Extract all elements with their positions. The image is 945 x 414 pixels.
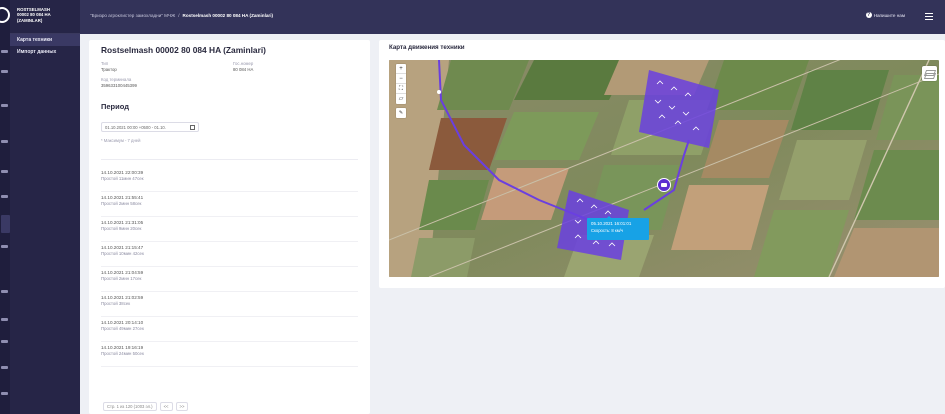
event-time: 14.10.2021 21:55:41 xyxy=(101,195,144,200)
date-range-input[interactable]: 01.10.2021 00:00 +0500 - 01.10. xyxy=(101,122,199,132)
sidebar-item-data-import[interactable]: Импорт данных xyxy=(10,46,80,58)
list-item[interactable]: 14.10.2021 20:14:10 Простой 49мин 27сек xyxy=(101,317,358,342)
vehicle-plate-field: Гос.номер 80 084 HA xyxy=(233,61,253,72)
sidebar-header: ROSTSELMASH 00002 80 084 HA (ZAMINLAR) xyxy=(10,0,80,34)
satellite-map[interactable] xyxy=(389,60,939,277)
position-tooltip: 05.10.2021 16:01:01 Скорость: 8 км/ч xyxy=(587,216,649,240)
pagination-next[interactable]: >> xyxy=(175,402,189,411)
active-rail-icon[interactable] xyxy=(1,215,10,233)
map-zoom-control: + − ⛶ ▱ xyxy=(396,64,406,104)
layers-icon[interactable] xyxy=(922,66,937,81)
period-hint: * Максимум - 7 дней xyxy=(101,138,141,143)
calendar-icon[interactable] xyxy=(190,125,195,130)
calendar-rail-icon[interactable] xyxy=(1,340,8,343)
event-desc: Простой 49мин 27сек xyxy=(101,326,144,331)
tooltip-speed: Скорость: 8 км/ч xyxy=(591,228,623,233)
map-title: Карта движения техники xyxy=(389,44,465,51)
sidebar: ROSTSELMASH 00002 80 084 HA (ZAMINLAR) К… xyxy=(10,0,80,414)
vehicle-type-value: Трактор xyxy=(101,67,117,72)
event-time: 14.10.2021 21:04:59 xyxy=(101,270,144,275)
icon-rail xyxy=(0,0,10,414)
app-root: ROSTSELMASH 00002 80 084 HA (ZAMINLAR) К… xyxy=(0,0,945,414)
event-desc: Простой 38сек xyxy=(101,301,131,306)
list-item[interactable]: 14.10.2021 21:04:59 Простой 2мин 17сек xyxy=(101,267,358,292)
folder-icon[interactable] xyxy=(1,195,8,198)
pagination: Стр. 1 из 120 (1003 эл.) << >> xyxy=(103,402,189,411)
vehicle-plate-value: 80 084 HA xyxy=(233,67,254,72)
report-icon[interactable] xyxy=(1,290,8,293)
tractor-icon[interactable] xyxy=(657,178,671,192)
list-item[interactable]: 14.10.2021 21:15:47 Простой 10мин 42сек xyxy=(101,242,358,267)
help-label: Напишите нам xyxy=(873,12,905,18)
help-rail-icon[interactable] xyxy=(1,366,8,369)
map-canvas[interactable] xyxy=(389,60,939,277)
sidebar-item-vehicle-map[interactable]: Карта техники xyxy=(10,34,80,46)
event-time: 14.10.2021 21:31:05 xyxy=(101,220,144,225)
zoom-out-button[interactable]: − xyxy=(396,74,406,84)
question-icon: ? xyxy=(865,12,872,18)
event-time: 14.10.2021 22:00:39 xyxy=(101,170,144,175)
fullscreen-icon[interactable]: ⛶ xyxy=(396,84,406,94)
vehicle-title: Rostselmash 00002 80 084 HA (Zaminlari) xyxy=(101,45,266,55)
logo-icon[interactable] xyxy=(0,7,10,23)
settings-icon[interactable] xyxy=(1,140,8,143)
event-time: 14.10.2021 19:16:19 xyxy=(101,345,144,350)
help-link[interactable]: ? Напишите нам xyxy=(865,12,905,18)
terminal-code-key: Код терминала xyxy=(101,77,132,82)
event-desc: Простой 11мин 47сек xyxy=(101,176,144,181)
event-time: 14.10.2021 21:02:59 xyxy=(101,295,144,300)
logout-icon[interactable] xyxy=(1,392,8,395)
draw-tool-icon[interactable]: ✎ xyxy=(396,108,406,118)
list-item[interactable]: 14.10.2021 21:31:05 Простой 9мин 20сек xyxy=(101,217,358,242)
hamburger-icon[interactable] xyxy=(925,13,933,20)
breadcrumb-root[interactable]: "Бризро агроклистер замохладни" МЧЖ xyxy=(90,13,175,18)
vehicle-type-key: Тип xyxy=(101,61,109,66)
top-bar: "Бризро агроклистер замохладни" МЧЖ / Rost… xyxy=(80,0,945,34)
map-panel: Карта движения техники xyxy=(379,40,945,288)
pagination-prev[interactable]: << xyxy=(159,402,173,411)
vehicle-type-field: Тип Трактор xyxy=(101,61,117,72)
list-item[interactable]: 14.10.2021 22:00:39 Простой 11мин 47сек xyxy=(101,167,358,192)
breadcrumb: "Бризро агроклистер замохладни" МЧЖ / Rost… xyxy=(90,13,273,18)
event-desc: Простой 2мин 17сек xyxy=(101,276,142,281)
event-desc: Простой 10мин 42сек xyxy=(101,251,144,256)
event-desc: Простой 9мин 20сек xyxy=(101,226,142,231)
zoom-in-button[interactable]: + xyxy=(396,64,406,74)
vehicle-plate-key: Гос.номер xyxy=(233,61,254,66)
list-item[interactable]: 14.10.2021 19:16:19 Простой 24мин 50сек xyxy=(101,342,358,367)
ruler-icon[interactable]: ▱ xyxy=(396,94,406,104)
map-icon[interactable] xyxy=(1,50,8,53)
list-item[interactable]: 14.10.2021 21:02:59 Простой 38сек xyxy=(101,292,358,317)
sidebar-title-line-3: (ZAMINLAR) xyxy=(17,17,43,23)
divider xyxy=(101,159,358,160)
event-desc: Простой 2мин 58сек xyxy=(101,201,142,206)
event-desc: Простой 24мин 50сек xyxy=(101,351,144,356)
date-range-value: 01.10.2021 00:00 +0500 - 01.10. xyxy=(105,125,166,130)
user-icon[interactable] xyxy=(1,245,8,248)
event-time: 14.10.2021 21:15:47 xyxy=(101,245,144,250)
terminal-code-field: Код терминала 359633100445399 xyxy=(101,77,137,88)
list-icon[interactable] xyxy=(1,70,8,73)
vehicle-panel: Rostselmash 00002 80 084 HA (Zaminlari) … xyxy=(89,40,370,414)
breadcrumb-separator: / xyxy=(178,13,180,18)
chart-icon[interactable] xyxy=(1,104,8,107)
truck-icon[interactable] xyxy=(1,170,8,173)
event-list: 14.10.2021 22:00:39 Простой 11мин 47сек … xyxy=(101,167,358,367)
pagination-info[interactable]: Стр. 1 из 120 (1003 эл.) xyxy=(103,402,157,411)
doc-icon[interactable] xyxy=(1,318,8,321)
breadcrumb-current: Rostselmash 00002 80 084 HA (Zaminlari) xyxy=(182,13,274,18)
period-title: Период xyxy=(101,102,129,111)
list-item[interactable]: 14.10.2021 21:55:41 Простой 2мин 58сек xyxy=(101,192,358,217)
event-time: 14.10.2021 20:14:10 xyxy=(101,320,144,325)
terminal-code-value: 359633100445399 xyxy=(101,83,137,88)
tooltip-time: 05.10.2021 16:01:01 xyxy=(591,221,632,226)
